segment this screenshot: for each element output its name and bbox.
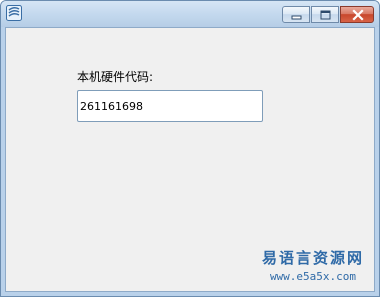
watermark-title: 易语言资源网 — [261, 249, 364, 267]
close-button[interactable] — [340, 6, 374, 23]
client-area: 本机硬件代码: 易语言资源网 www.e5a5x.com — [5, 27, 375, 292]
maximize-button[interactable] — [311, 6, 339, 23]
app-window: 本机硬件代码: 易语言资源网 www.e5a5x.com — [0, 0, 380, 297]
hardware-code-input[interactable] — [78, 91, 262, 121]
close-icon — [352, 9, 364, 21]
minimize-button[interactable] — [282, 6, 310, 23]
hardware-code-field-frame — [77, 90, 263, 122]
watermark-url: www.e5a5x.com — [269, 270, 357, 283]
title-bar[interactable] — [1, 1, 379, 27]
app-logo-icon[interactable] — [6, 5, 22, 21]
maximize-icon — [320, 10, 331, 20]
hardware-code-label: 本机硬件代码: — [77, 70, 154, 84]
minimize-icon — [291, 15, 302, 20]
watermark: 易语言资源网 www.e5a5x.com — [262, 247, 364, 283]
